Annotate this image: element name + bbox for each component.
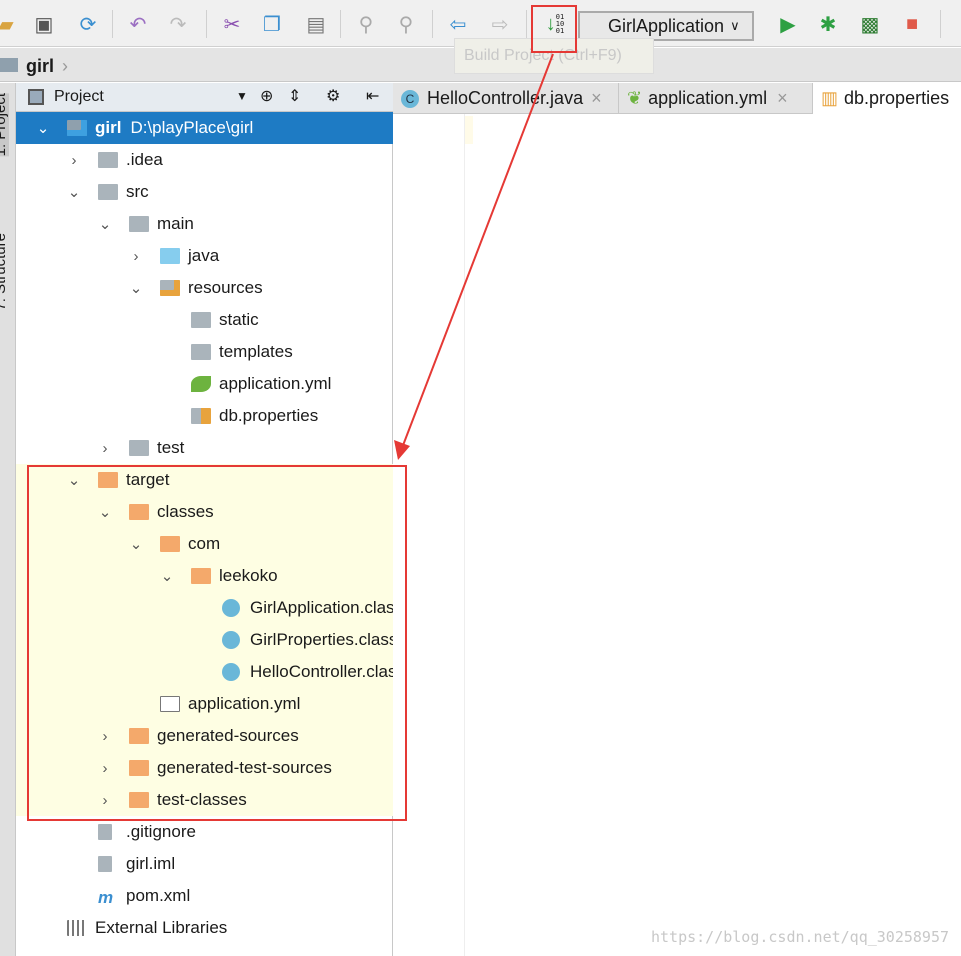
annotation-arrow bbox=[394, 53, 554, 460]
watermark: https://blog.csdn.net/qq_30258957 bbox=[650, 928, 949, 946]
